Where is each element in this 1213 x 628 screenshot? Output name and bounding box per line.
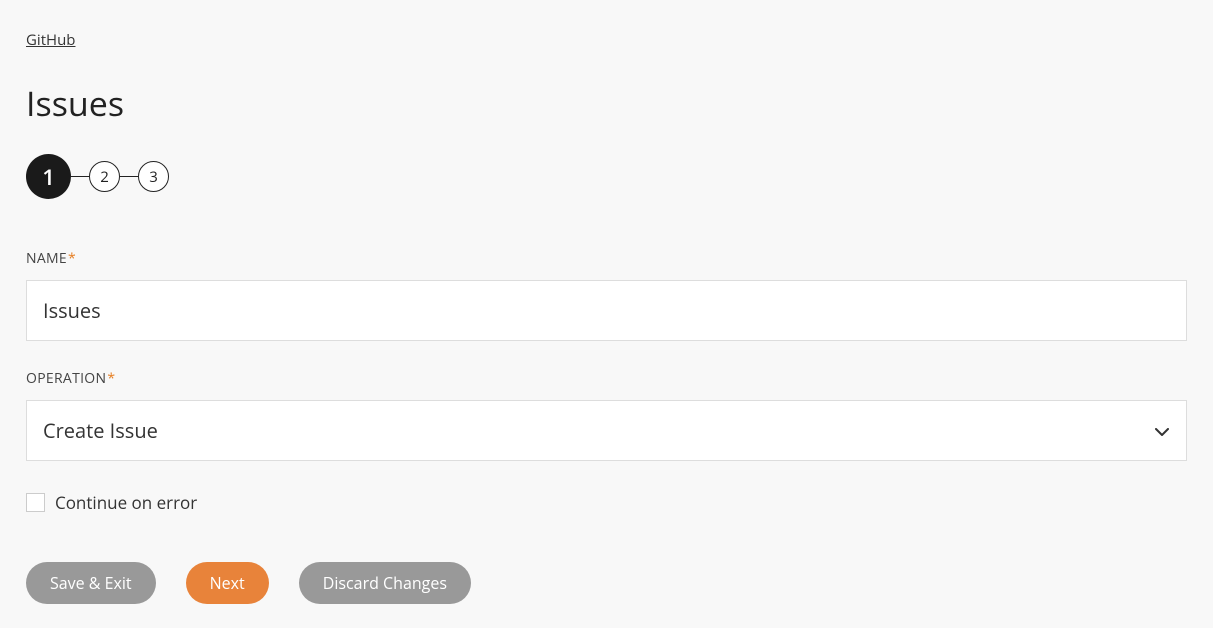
name-field-group: NAME*	[26, 249, 1187, 341]
button-row: Save & Exit Next Discard Changes	[26, 562, 1187, 604]
name-input[interactable]	[26, 280, 1187, 341]
discard-changes-button[interactable]: Discard Changes	[299, 562, 471, 604]
operation-field-group: OPERATION* Create Issue	[26, 369, 1187, 461]
step-3[interactable]: 3	[138, 161, 169, 192]
save-exit-button[interactable]: Save & Exit	[26, 562, 156, 604]
step-connector	[120, 176, 138, 178]
name-label-text: NAME	[26, 249, 67, 268]
name-label: NAME*	[26, 249, 1187, 268]
continue-on-error-label: Continue on error	[55, 491, 197, 514]
required-marker: *	[107, 369, 115, 388]
required-marker: *	[68, 249, 76, 268]
step-1[interactable]: 1	[26, 154, 71, 199]
page-title: Issues	[26, 80, 1187, 126]
step-connector	[71, 176, 89, 178]
operation-select-wrapper: Create Issue	[26, 400, 1187, 461]
operation-label-text: OPERATION	[26, 369, 106, 388]
step-2[interactable]: 2	[89, 161, 120, 192]
breadcrumb-github[interactable]: GitHub	[26, 30, 75, 50]
stepper: 1 2 3	[26, 154, 1187, 199]
next-button[interactable]: Next	[186, 562, 269, 604]
continue-on-error-checkbox[interactable]	[26, 493, 45, 512]
operation-select[interactable]: Create Issue	[26, 400, 1187, 461]
operation-label: OPERATION*	[26, 369, 1187, 388]
continue-on-error-row: Continue on error	[26, 491, 1187, 514]
